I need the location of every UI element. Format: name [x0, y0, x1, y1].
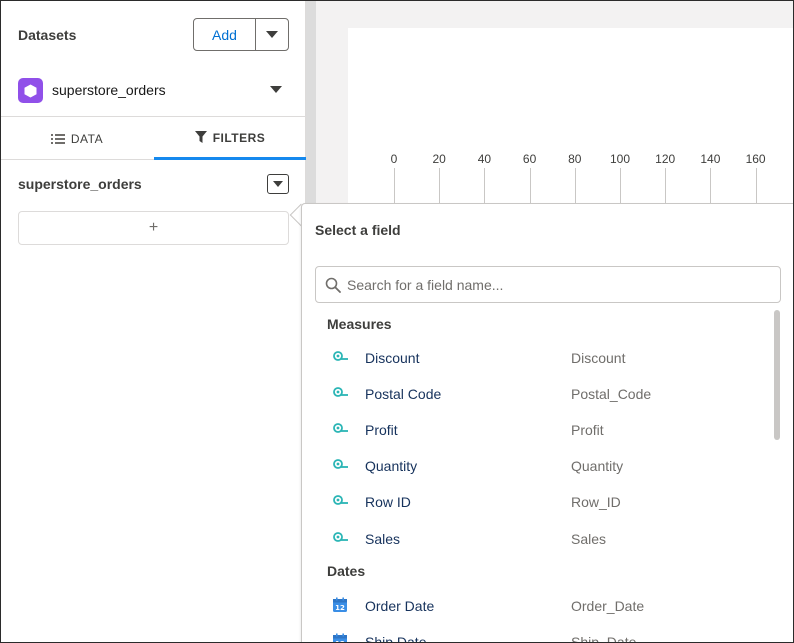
axis-tick-label: 140 [700, 152, 721, 166]
axis-tick-line [620, 168, 621, 204]
axis-tick-line [710, 168, 712, 204]
field-list: Measures Discount Discount Postal Code P… [302, 310, 772, 643]
axis-tick-label: 0 [390, 152, 398, 166]
field-api-name: Postal_Code [571, 386, 652, 402]
field-label: Order Date [365, 598, 435, 614]
field-label: Postal Code [365, 386, 442, 402]
add-button[interactable]: Add [194, 19, 256, 50]
field-api-name: Profit [571, 422, 604, 438]
field-row-order-date[interactable]: 12 Order Date Order_Date [302, 588, 772, 624]
axis-tick-label: 20 [432, 152, 446, 166]
select-field-popover: Select a field Measures Discount Discoun… [301, 203, 793, 643]
measure-icon [332, 457, 350, 478]
axis-tick-line [574, 168, 576, 204]
field-row-discount[interactable]: Discount Discount [302, 340, 772, 376]
sidebar-header: Datasets Add [1, 1, 306, 69]
section-title-dates: Dates [327, 563, 366, 579]
filter-icon [194, 131, 207, 143]
field-api-name: Quantity [571, 458, 624, 474]
field-list-scrollbar[interactable] [772, 310, 782, 642]
field-label: Profit [365, 422, 398, 438]
field-api-name: Discount [571, 350, 626, 366]
axis-tick-line [394, 168, 395, 204]
tab-filters[interactable]: FILTERS [154, 118, 306, 160]
svg-text:12: 12 [335, 604, 345, 612]
field-row-profit[interactable]: Profit Profit [302, 412, 772, 448]
filter-dataset-title: superstore_orders [18, 176, 142, 192]
measure-icon [332, 530, 350, 551]
add-button-group: Add [193, 18, 289, 51]
chevron-down-icon [273, 181, 283, 187]
dataset-selector[interactable]: superstore_orders [1, 69, 306, 117]
dataset-name: superstore_orders [52, 82, 166, 98]
field-api-name: Row_ID [571, 494, 621, 510]
tab-filters-label: FILTERS [212, 130, 266, 145]
measure-icon [332, 385, 350, 406]
field-row-row-id[interactable]: Row ID Row_ID [302, 484, 772, 520]
datasets-sidebar: Datasets Add superstore_orders DATA FILT… [1, 1, 306, 642]
sidebar-tabs: DATA FILTERS [1, 118, 306, 160]
dataset-icon [18, 78, 43, 103]
axis-tick-label: 60 [522, 152, 537, 166]
section-title-measures: Measures [327, 316, 392, 332]
field-search-box [315, 266, 781, 303]
list-icon [50, 134, 65, 144]
field-label: Quantity [365, 458, 418, 474]
add-filter-button[interactable]: + [18, 211, 289, 245]
caret-down-icon[interactable] [270, 86, 282, 93]
axis-tick-label: 160 [745, 152, 766, 166]
axis-tick-line [484, 168, 486, 204]
field-api-name: Ship_Date [571, 634, 637, 643]
axis-tick-label: 80 [568, 152, 582, 166]
field-api-name: Sales [571, 531, 607, 547]
scrollbar-thumb[interactable] [774, 310, 780, 440]
add-dropdown-button[interactable] [256, 19, 288, 50]
measure-icon [332, 421, 350, 442]
field-label: Discount [365, 350, 420, 366]
field-search-input[interactable] [347, 276, 767, 293]
chevron-down-icon [266, 31, 278, 38]
measure-icon [332, 349, 350, 370]
app-frame: 0204060801001201401601 Datasets Add supe… [0, 0, 794, 643]
measure-icon [332, 493, 350, 514]
field-row-ship-date[interactable]: 12 Ship Date Ship_Date [302, 624, 772, 643]
tab-data[interactable]: DATA [1, 118, 153, 160]
axis-tick-line [439, 168, 441, 204]
search-icon [325, 277, 341, 293]
field-label: Row ID [365, 494, 411, 510]
axis-tick-line [755, 168, 757, 204]
field-label: Sales [365, 531, 401, 547]
field-row-postal-code[interactable]: Postal Code Postal_Code [302, 376, 772, 412]
sidebar-title: Datasets [18, 27, 77, 43]
tab-data-label: DATA [70, 132, 104, 146]
axis-tick-label: 120 [655, 152, 676, 166]
popover-title: Select a field [315, 222, 401, 238]
filter-dataset-menu-button[interactable] [267, 174, 289, 194]
axis-tick-line [529, 168, 531, 204]
axis-tick-label: 100 [609, 152, 631, 166]
field-row-quantity[interactable]: Quantity Quantity [302, 448, 772, 484]
field-api-name: Order_Date [571, 598, 645, 614]
calendar-icon: 12 [332, 633, 348, 642]
axis-tick-line [665, 168, 667, 204]
axis-tick-label: 40 [477, 152, 492, 166]
field-row-sales[interactable]: Sales Sales [302, 521, 772, 557]
field-label: Ship Date [365, 634, 427, 643]
calendar-icon: 12 [332, 597, 348, 618]
